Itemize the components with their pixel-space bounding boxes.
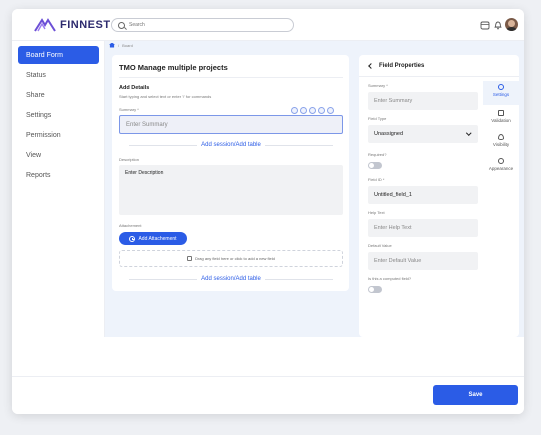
chevron-down-icon (465, 130, 471, 136)
palette-icon (498, 158, 504, 164)
help-text-label: Help Text (368, 210, 385, 215)
top-bar: FINNEST (12, 9, 524, 41)
field-drop-zone[interactable]: Drag any field here or click to add a ne… (119, 250, 343, 267)
field-type-select[interactable]: Unassigned (368, 125, 478, 143)
tab-visibility[interactable]: Visibility (483, 131, 519, 155)
description-label: Description (119, 157, 140, 162)
attachment-label: Attachement (119, 223, 142, 228)
sidebar-item-permission[interactable]: Permission (18, 126, 99, 144)
required-label: Required? (368, 152, 387, 157)
eye-icon (498, 134, 504, 140)
sidebar-item-reports[interactable]: Reports (18, 166, 99, 184)
form-card: TMO Manage multiple projects Add Details… (112, 55, 349, 291)
logo-mark-icon (34, 18, 56, 32)
copy-icon[interactable] (291, 107, 298, 114)
gear-icon (498, 84, 504, 90)
field-id-input[interactable]: Untitled_field_1 (368, 186, 478, 204)
avatar[interactable] (505, 18, 518, 31)
main-content: / Board TMO Manage multiple projects Add… (105, 41, 524, 337)
brand-logo[interactable]: FINNEST (34, 18, 111, 32)
add-attachment-button[interactable]: Add Attachement (119, 232, 187, 245)
sidebar-item-status[interactable]: Status (18, 66, 99, 84)
default-value-label: Default Value (368, 243, 392, 248)
section-subtitle: Start typing and select text or enter '/… (119, 94, 212, 99)
field-toolbar (291, 107, 334, 114)
sidebar-item-share[interactable]: Share (18, 86, 99, 104)
sidebar-item-view[interactable]: View (18, 146, 99, 164)
tab-settings-label: Settings (492, 92, 510, 97)
plus-square-icon (187, 256, 193, 261)
computed-field-toggle[interactable] (368, 286, 382, 293)
brand-name: FINNEST (60, 19, 111, 31)
tab-validation[interactable]: Validation (483, 107, 519, 131)
form-title: TMO Manage multiple projects (119, 63, 228, 72)
prop-summary-input[interactable]: Enter Summary (368, 92, 478, 110)
add-session-label-bottom[interactable]: Add session/Add table (197, 276, 265, 282)
field-properties-panel: Field Properties Summary * Enter Summary… (359, 55, 519, 337)
link-icon[interactable] (309, 107, 316, 114)
footer-bar: Save (12, 376, 524, 414)
save-button[interactable]: Save (433, 385, 518, 405)
search-bar[interactable] (111, 18, 294, 32)
plus-circle-icon (129, 235, 136, 242)
tab-appearance-label: Appearance (488, 166, 514, 171)
field-id-label: Field ID * (368, 177, 385, 182)
help-text-input[interactable]: Enter Help Text (368, 219, 478, 237)
section-title: Add Details (119, 85, 150, 91)
breadcrumb-item[interactable]: Board (122, 43, 133, 48)
default-value-input[interactable]: Enter Default Value (368, 252, 478, 270)
tab-settings[interactable]: Settings (483, 81, 519, 105)
breadcrumb: / Board (109, 41, 133, 49)
add-session-link-bottom[interactable]: Add session/Add table (119, 275, 343, 283)
sidebar: Board Form Status Share Settings Permiss… (12, 41, 105, 337)
field-type-value: Unassigned (374, 131, 404, 137)
properties-header: Field Properties (359, 55, 519, 77)
description-input[interactable]: Enter Description (119, 165, 343, 215)
add-session-link[interactable]: Add session/Add table (119, 141, 343, 149)
computed-field-label: Is this a computed field? (368, 276, 412, 281)
edit-icon[interactable] (300, 107, 307, 114)
required-toggle[interactable] (368, 162, 382, 169)
bell-icon[interactable] (493, 20, 503, 30)
check-icon[interactable] (318, 107, 325, 114)
tab-validation-label: Validation (491, 118, 511, 123)
sidebar-item-board-form[interactable]: Board Form (18, 46, 99, 64)
add-attachment-label: Add Attachement (138, 235, 177, 242)
search-input[interactable] (129, 22, 279, 28)
app-window: FINNEST Board Form Status Share Settings… (12, 9, 524, 414)
checkbox-icon (498, 110, 504, 116)
summary-input[interactable]: Enter Summary (119, 115, 343, 134)
properties-title: Field Properties (379, 62, 425, 69)
delete-icon[interactable] (327, 107, 334, 114)
tab-appearance[interactable]: Appearance (483, 155, 519, 179)
sidebar-item-settings[interactable]: Settings (18, 106, 99, 124)
breadcrumb-separator: / (118, 42, 120, 48)
chevron-left-icon[interactable] (368, 62, 374, 69)
tab-visibility-label: Visibility (492, 142, 510, 147)
drop-zone-text: Drag any field here or click to add a ne… (195, 256, 275, 261)
home-icon[interactable] (109, 42, 115, 48)
add-session-label[interactable]: Add session/Add table (197, 142, 265, 148)
divider (119, 77, 343, 78)
search-icon (118, 21, 125, 29)
field-type-label: Field Type (368, 116, 387, 121)
summary-label: Summary * (119, 107, 139, 112)
prop-summary-label: Summary * (368, 83, 388, 88)
calendar-icon[interactable] (480, 20, 490, 30)
